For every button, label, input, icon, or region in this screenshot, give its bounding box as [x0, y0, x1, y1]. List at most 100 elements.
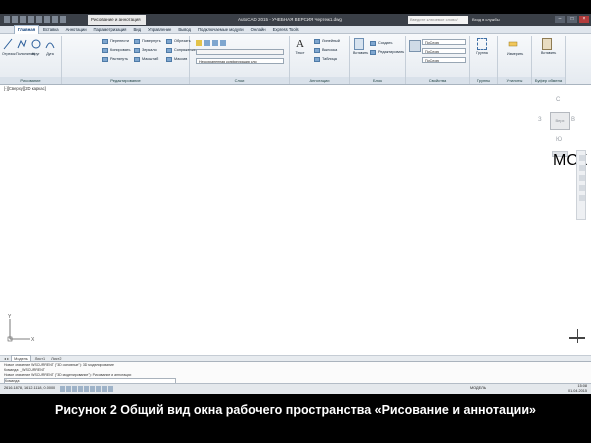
array-button[interactable]: Массив — [166, 56, 187, 63]
tab-addins[interactable]: Подключаемые модули — [195, 26, 247, 34]
lweight-icon[interactable] — [108, 386, 113, 392]
trim-button[interactable]: Обрезать — [166, 38, 191, 45]
close-button[interactable]: × — [579, 16, 589, 23]
copy-button[interactable]: Копировать — [102, 47, 130, 54]
layer-off-icon[interactable] — [204, 40, 210, 46]
create-block-button[interactable]: Создать — [370, 40, 392, 47]
viewcube-east[interactable]: В — [571, 117, 575, 123]
move-button[interactable]: Перенести — [102, 38, 129, 45]
clipboard-panel: Вставить Буфер обмена — [532, 36, 566, 84]
properties-panel: ПоСлою ПоСлою ПоСлою Свойства — [406, 36, 470, 84]
osnap-icon[interactable] — [84, 386, 89, 392]
tab-express-tools[interactable]: Express Tools — [270, 26, 302, 34]
viewcube-face[interactable]: Верх — [550, 112, 570, 130]
tab-home[interactable]: Главная — [14, 25, 40, 34]
sign-in-button[interactable]: Вход в службы — [472, 14, 522, 26]
ducs-icon[interactable] — [96, 386, 101, 392]
zoom-icon[interactable] — [579, 175, 585, 181]
viewcube[interactable]: С Ю З В Верх МСК — [534, 95, 587, 169]
line-button[interactable]: Отрезок — [2, 38, 16, 56]
layers-panel: Несохраненная конфигурация сло Слои — [190, 36, 290, 84]
workspace-selector[interactable]: Рисование и аннотация — [88, 15, 146, 25]
ucs-y-label: Y — [8, 314, 12, 320]
otrack-icon[interactable] — [90, 386, 95, 392]
table-button[interactable]: Таблица — [314, 56, 337, 63]
scale-button[interactable]: Масштаб — [134, 56, 158, 63]
polar-icon[interactable] — [78, 386, 83, 392]
clock-date: 01.04.2015 — [567, 389, 587, 393]
group-button[interactable]: Группа — [476, 38, 488, 55]
leader-button[interactable]: Выноска — [314, 47, 337, 54]
crosshair-v — [577, 329, 578, 343]
drawing-area[interactable]: [-][Сверху][2D каркас] С Ю З В Верх МСК … — [0, 85, 591, 355]
redo-icon[interactable] — [60, 16, 66, 23]
stretch-button[interactable]: Растянуть — [102, 56, 128, 63]
color-combo[interactable]: ПоСлою — [422, 39, 466, 45]
match-properties-icon[interactable] — [409, 40, 421, 52]
clipboard-panel-title: Буфер обмена — [532, 77, 565, 84]
plot-icon[interactable] — [44, 16, 50, 23]
lineweight-combo[interactable]: ПоСлою — [422, 48, 466, 54]
save-icon[interactable] — [28, 16, 34, 23]
grid-icon[interactable] — [66, 386, 71, 392]
layer-lock-icon[interactable] — [220, 40, 226, 46]
minimize-button[interactable]: – — [555, 16, 565, 23]
tab-output[interactable]: Вывод — [175, 26, 194, 34]
maximize-button[interactable]: □ — [567, 16, 577, 23]
pan-icon[interactable] — [579, 165, 585, 171]
insert-block-button[interactable]: Вставить — [353, 38, 369, 55]
layer-state-combo[interactable]: Несохраненная конфигурация сло — [196, 58, 284, 64]
tab-parametric[interactable]: Параметризация — [91, 26, 130, 34]
tab-annotate[interactable]: Аннотации — [63, 26, 90, 34]
system-clock: 15:08 01.04.2015 — [568, 384, 587, 394]
quick-access-toolbar[interactable] — [4, 16, 66, 24]
app-menu-icon[interactable] — [4, 16, 10, 23]
save-as-icon[interactable] — [36, 16, 42, 23]
dyn-icon[interactable] — [102, 386, 107, 392]
rotate-button[interactable]: Повернуть — [134, 38, 161, 45]
groups-panel: Группа Группы — [470, 36, 498, 84]
viewport-controls[interactable]: [-][Сверху][2D каркас] — [4, 86, 46, 91]
search-input[interactable]: Введите ключевое слово/фразу — [408, 16, 468, 30]
ucs-menu[interactable]: МСК — [552, 151, 587, 169]
arc-button[interactable]: Дуга — [44, 38, 56, 56]
tab-online[interactable]: Онлайн — [248, 26, 269, 34]
ortho-icon[interactable] — [72, 386, 77, 392]
tab-manage[interactable]: Управление — [145, 26, 174, 34]
insert-block-label: Вставить — [353, 51, 369, 55]
command-history-line: Новое значение WSCURRENT ("3D моделирова… — [4, 373, 132, 377]
text-button[interactable]: A Текст — [294, 38, 306, 55]
circle-button[interactable]: Круг — [30, 38, 42, 56]
polyline-button[interactable]: Полилиния — [16, 38, 35, 56]
paste-button[interactable]: Вставить — [541, 38, 557, 55]
layer-tools — [196, 40, 284, 46]
undo-icon[interactable] — [52, 16, 58, 23]
model-space-toggle[interactable]: МОДЕЛЬ — [470, 386, 486, 390]
layer-properties-icon[interactable] — [196, 40, 202, 46]
paste-label: Вставить — [541, 51, 557, 55]
insert-block-icon — [354, 38, 364, 50]
viewcube-north[interactable]: С — [556, 97, 560, 103]
new-file-icon[interactable] — [12, 16, 18, 23]
mirror-button[interactable]: Зеркало — [134, 47, 157, 54]
ucs-icon: Y X — [7, 314, 35, 343]
tab-view[interactable]: Вид — [130, 26, 144, 34]
edit-block-button[interactable]: Редактировать — [370, 49, 404, 56]
linetype-combo[interactable]: ПоСлою — [422, 57, 466, 63]
snap-icon[interactable] — [60, 386, 65, 392]
viewcube-west[interactable]: З — [538, 117, 542, 123]
arc-icon — [45, 42, 55, 49]
window-controls: – □ × — [555, 16, 589, 23]
orbit-icon[interactable] — [579, 185, 585, 191]
layer-freeze-icon[interactable] — [212, 40, 218, 46]
ucs-x-label: X — [31, 337, 35, 343]
measure-button[interactable]: Измерить — [507, 38, 523, 56]
current-layer-combo[interactable] — [196, 49, 284, 55]
tab-insert[interactable]: Вставка — [40, 26, 62, 34]
navigation-bar[interactable] — [576, 150, 586, 220]
steering-wheel-icon[interactable] — [579, 155, 585, 161]
open-file-icon[interactable] — [20, 16, 26, 23]
showmotion-icon[interactable] — [579, 195, 585, 201]
viewcube-south[interactable]: Ю — [556, 137, 562, 143]
linear-dim-button[interactable]: Линейный — [314, 38, 340, 45]
